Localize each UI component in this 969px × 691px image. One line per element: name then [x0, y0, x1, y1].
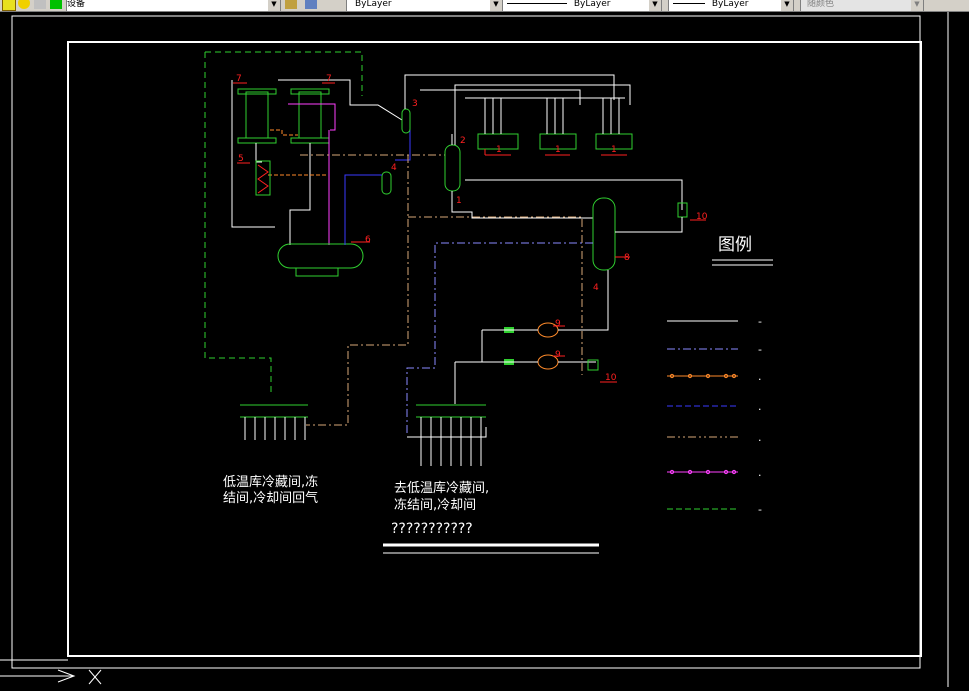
- left-caption-line1: 低温库冷藏间,冻: [223, 474, 318, 490]
- lineweight-control-dropdown[interactable]: ByLayer ▼: [668, 0, 794, 11]
- label-1-group3: 1: [611, 145, 617, 155]
- label-7a: 7: [236, 74, 242, 84]
- label-5: 5: [238, 154, 244, 164]
- vessel-2: [444, 134, 461, 192]
- drawing-canvas[interactable]: 7 7 3 2 1 6 4 5 8 9 9 10 10 4 1 1 1 图例 -…: [0, 12, 969, 687]
- color-control-value: ByLayer: [355, 0, 392, 9]
- layer-color-icon[interactable]: [50, 0, 62, 9]
- mid-caption-title: ???????????: [391, 521, 473, 537]
- label-9b: 9: [555, 350, 561, 360]
- layer-dropdown[interactable]: 设备 ▼: [66, 0, 281, 11]
- label-1-group2: 1: [555, 145, 561, 155]
- color-control-dropdown[interactable]: ByLayer ▼: [346, 0, 503, 11]
- chevron-down-icon[interactable]: ▼: [911, 0, 923, 11]
- left-caption-line2: 结间,冷却间回气: [223, 490, 318, 506]
- legend-label-6: .: [758, 466, 762, 479]
- label-10-upper: 10: [696, 212, 708, 222]
- chevron-down-icon[interactable]: ▼: [649, 0, 661, 11]
- toolbar: 设备 ▼ ByLayer ▼ ByLayer ▼ ByLayer ▼ 随颜色 ▼: [0, 0, 969, 12]
- label-8: 8: [624, 253, 630, 263]
- label-1-group1: 1: [496, 145, 502, 155]
- legend-label-3: .: [758, 370, 762, 383]
- vessel-3: [401, 108, 411, 134]
- legend-label-7: -: [758, 503, 762, 516]
- return-manifold: [240, 404, 308, 440]
- label-10-lower: 10: [605, 373, 617, 383]
- component-4-upper: [381, 171, 392, 195]
- layer-sun-icon[interactable]: [18, 0, 30, 9]
- label-6: 6: [365, 235, 371, 245]
- layer-state-icon[interactable]: [2, 0, 16, 11]
- lineweight-control-value: ByLayer: [711, 0, 749, 9]
- layer-previous-icon[interactable]: [305, 0, 317, 9]
- legend: 图例 - -.... -: [667, 235, 773, 516]
- paper-border: [11, 15, 921, 669]
- linetype-control-dropdown[interactable]: ByLayer ▼: [502, 0, 662, 11]
- label-7b: 7: [326, 74, 332, 84]
- green-dashed-piping: [204, 51, 363, 395]
- cad-drawing: 7 7 3 2 1 6 4 5 8 9 9 10 10 4 1 1 1 图例 -…: [0, 12, 949, 687]
- chevron-down-icon[interactable]: ▼: [781, 0, 793, 11]
- label-4-lower: 4: [593, 283, 599, 293]
- mid-caption-line2: 冻结间,冷却间: [394, 497, 476, 513]
- label-4-upper: 4: [391, 163, 397, 173]
- tank-6: [277, 241, 370, 277]
- chevron-down-icon[interactable]: ▼: [490, 0, 502, 11]
- component-5: [237, 160, 271, 196]
- legend-label-5: .: [758, 431, 762, 444]
- make-current-layer-icon[interactable]: [285, 0, 297, 9]
- ucs-icon: [0, 669, 102, 685]
- legend-label-1: -: [758, 315, 762, 328]
- label-2: 2: [460, 136, 466, 146]
- label-9a: 9: [555, 319, 561, 329]
- plotstyle-control-dropdown[interactable]: 随颜色 ▼: [800, 0, 924, 11]
- condenser-7a: [233, 82, 277, 144]
- mid-caption-line1: 去低温库冷藏间,: [394, 480, 489, 496]
- chevron-down-icon[interactable]: ▼: [268, 0, 280, 11]
- legend-label-4: .: [758, 400, 762, 413]
- layer-name: 设备: [67, 0, 86, 9]
- plotstyle-control-value: 随颜色: [807, 0, 835, 9]
- supply-manifold: [407, 404, 487, 466]
- legend-title: 图例: [718, 235, 752, 255]
- condenser-7b: [290, 82, 335, 144]
- legend-label-2: -: [758, 343, 762, 356]
- label-3: 3: [412, 99, 418, 109]
- layer-lock-icon[interactable]: [34, 0, 46, 9]
- label-1: 1: [456, 196, 462, 206]
- linetype-control-value: ByLayer: [573, 0, 611, 9]
